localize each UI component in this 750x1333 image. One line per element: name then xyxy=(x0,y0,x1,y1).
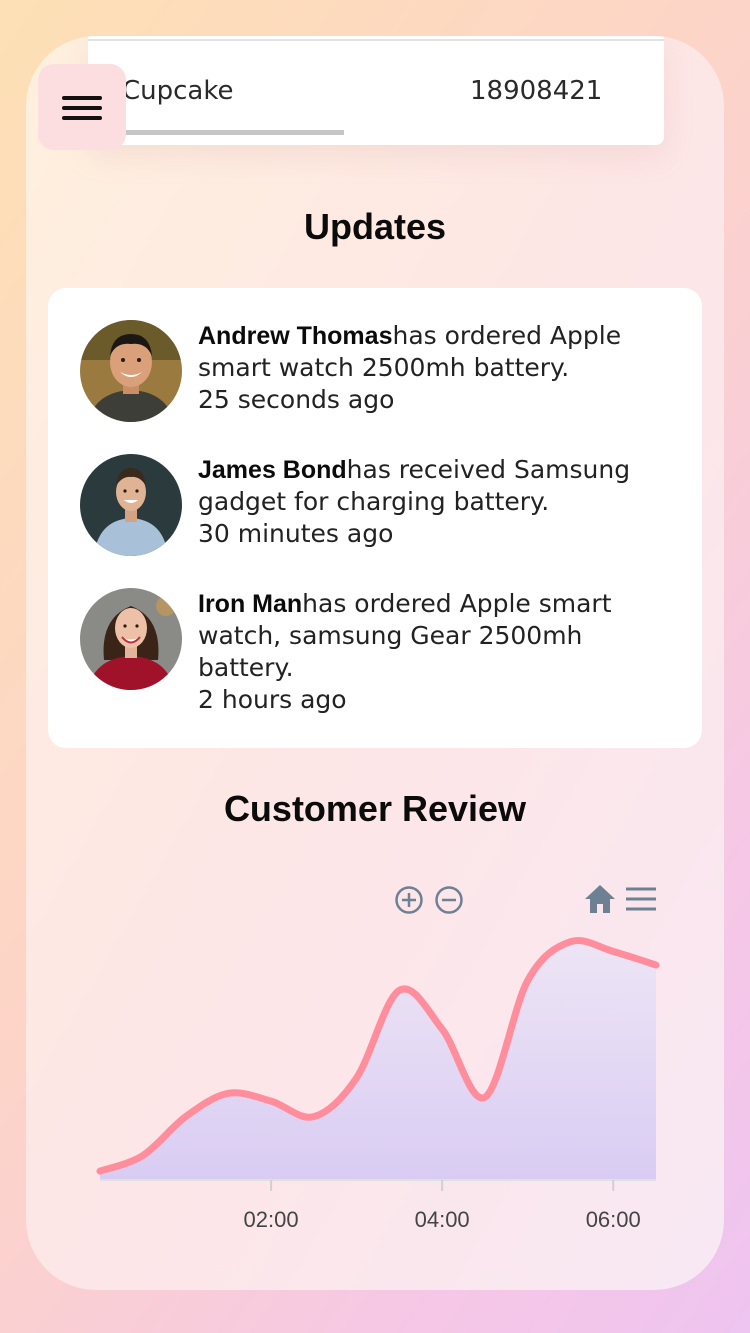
man-smiling-avatar xyxy=(80,320,182,422)
update-text: James Bondhas received Samsung gadget fo… xyxy=(198,454,668,550)
series-area xyxy=(100,940,656,1179)
data-table: Cupcake 18908421 xyxy=(88,36,664,145)
updates-title: Updates xyxy=(303,206,447,247)
update-time: 30 minutes ago xyxy=(198,519,394,548)
update-time: 2 hours ago xyxy=(198,685,347,714)
customer-review-chart: 02:00 04:00 06:00 xyxy=(96,871,666,1241)
hamburger-menu-icon xyxy=(62,96,102,100)
woman-red-sweater-avatar xyxy=(80,588,182,690)
update-text: Iron Manhas ordered Apple smart watch, s… xyxy=(198,588,668,716)
table-divider xyxy=(88,39,664,41)
table-cell-value: 18908421 xyxy=(470,76,603,106)
x-tick-label: 02:00 xyxy=(244,1207,299,1232)
man-blue-shirt-avatar xyxy=(80,454,182,556)
update-text: Andrew Thomashas ordered Apple smart wat… xyxy=(198,320,668,416)
x-tick-label: 06:00 xyxy=(586,1207,641,1232)
table-cell-name: Cupcake xyxy=(122,76,234,106)
table-scrollbar[interactable] xyxy=(122,130,344,135)
updates-card: Andrew Thomashas ordered Apple smart wat… xyxy=(48,288,702,748)
x-tick-label: 04:00 xyxy=(415,1207,470,1232)
update-time: 25 seconds ago xyxy=(198,385,395,414)
chart-svg: 02:00 04:00 06:00 xyxy=(96,937,660,1232)
update-user-name[interactable]: James Bond xyxy=(198,456,347,484)
review-title: Customer Review xyxy=(223,788,527,829)
main-card: Cupcake 18908421 Updates Andrew Thomasha… xyxy=(26,36,724,1290)
update-user-name[interactable]: Iron Man xyxy=(198,590,302,618)
hamburger-menu-button[interactable] xyxy=(38,64,126,150)
update-user-name[interactable]: Andrew Thomas xyxy=(198,322,392,350)
